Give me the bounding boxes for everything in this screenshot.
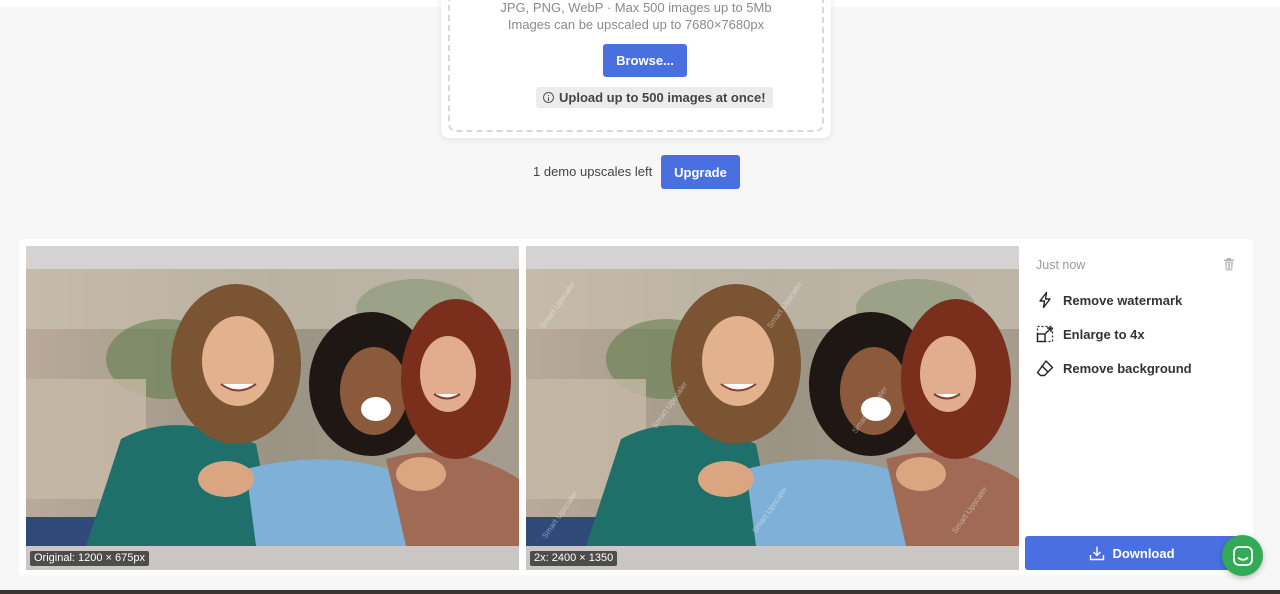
remove-background-action[interactable]: Remove background [1036, 357, 1192, 379]
download-button[interactable]: Download [1025, 536, 1239, 570]
chat-launcher-button[interactable] [1222, 535, 1263, 576]
remove-watermark-label: Remove watermark [1063, 292, 1183, 308]
eraser-icon [1036, 360, 1054, 377]
chat-icon [1232, 545, 1253, 566]
bottom-bar [0, 590, 1280, 594]
upload-hint: Upload up to 500 images at once! [536, 87, 773, 108]
info-icon [543, 92, 554, 103]
enlarge-4x-action[interactable]: Enlarge to 4x [1036, 323, 1145, 345]
upscaled-photo: Smart Upscaler Smart Upscaler Smart Upsc… [526, 269, 1019, 546]
remove-watermark-action[interactable]: Remove watermark [1036, 289, 1182, 311]
upscaled-image[interactable]: Smart Upscaler Smart Upscaler Smart Upsc… [526, 246, 1019, 570]
upload-limit-text: Images can be upscaled up to 7680×7680px [507, 17, 765, 32]
download-icon [1090, 546, 1105, 561]
remove-background-label: Remove background [1063, 360, 1192, 376]
trash-icon[interactable] [1223, 258, 1235, 271]
timestamp: Just now [1036, 258, 1086, 272]
upscaled-size-label: 2x: 2400 × 1350 [530, 551, 618, 566]
result-panel: Original: 1200 × 675px Smart Upscaler Sm… [19, 239, 1253, 575]
enlarge-icon [1036, 325, 1054, 343]
result-actions: Just now Remove watermark Enlarge to 4x [1025, 239, 1253, 575]
upload-hint-text: Upload up to 500 images at once! [559, 90, 766, 105]
download-label: Download [1112, 545, 1175, 561]
upgrade-button[interactable]: Upgrade [661, 155, 740, 189]
upload-dropzone[interactable]: JPG, PNG, WebP · Max 500 images up to 5M… [448, 0, 824, 132]
lightning-icon [1039, 291, 1051, 309]
demo-remaining-text: 1 demo upscales left [533, 164, 653, 179]
browse-button[interactable]: Browse... [603, 44, 687, 77]
original-photo [26, 269, 519, 546]
upload-card: JPG, PNG, WebP · Max 500 images up to 5M… [441, 0, 831, 138]
enlarge-4x-label: Enlarge to 4x [1063, 326, 1145, 342]
original-image[interactable]: Original: 1200 × 675px [26, 246, 519, 570]
upload-formats-text: JPG, PNG, WebP · Max 500 images up to 5M… [500, 0, 772, 15]
original-size-label: Original: 1200 × 675px [30, 551, 149, 566]
